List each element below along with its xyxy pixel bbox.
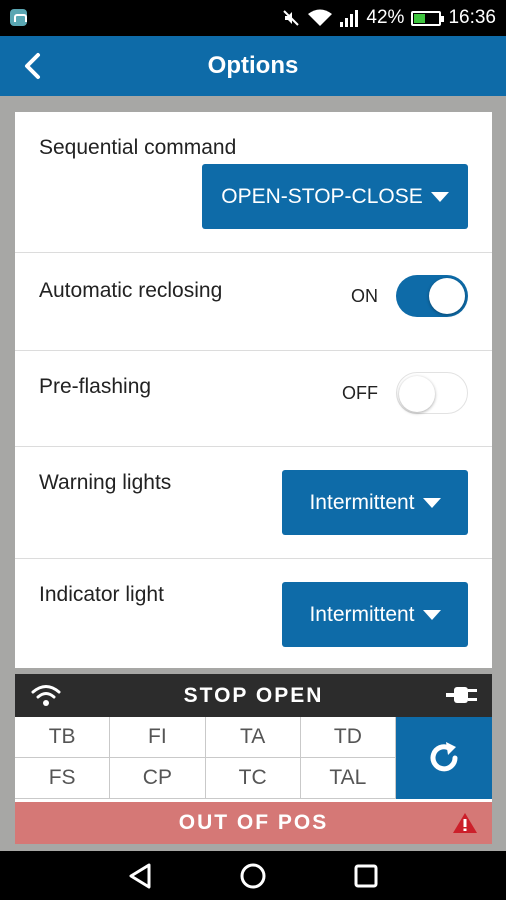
status-grid: TB FI TA TD FS CP TC TAL <box>15 717 396 799</box>
option-automatic-reclosing: Automatic reclosing ON <box>15 253 492 351</box>
navigation-bar <box>0 851 506 900</box>
status-bar: 42% 16:36 <box>0 0 506 36</box>
nav-back-button[interactable] <box>124 860 156 892</box>
nav-home-button[interactable] <box>237 860 269 892</box>
dropdown-value: Intermittent <box>309 602 415 626</box>
page-title: Options <box>207 52 299 79</box>
toggle-state-label: ON <box>351 285 378 306</box>
option-label: Sequential command <box>39 136 237 159</box>
caret-down-icon <box>430 191 449 202</box>
status-bar-right: 42% 16:36 <box>281 0 496 36</box>
sequential-command-dropdown[interactable]: OPEN-STOP-CLOSE <box>202 164 468 229</box>
status-panel-header: STOP OPEN <box>15 674 492 717</box>
option-label: Pre-flashing <box>39 375 152 398</box>
status-cell-td: TD <box>300 717 396 758</box>
refresh-icon <box>430 742 458 772</box>
option-label: Warning lights <box>39 471 172 494</box>
toggle-knob <box>399 376 435 412</box>
alert-bar: OUT OF POS <box>15 802 492 844</box>
triangle-back-icon <box>129 863 151 889</box>
option-warning-lights: Warning lights Intermittent <box>15 447 492 559</box>
toggle-group: ON <box>351 275 468 317</box>
app-notification-icon <box>10 9 27 26</box>
options-card: Sequential command OPEN-STOP-CLOSE Autom… <box>15 112 492 668</box>
battery-fill <box>414 13 425 23</box>
gate-status-title: STOP OPEN <box>183 684 324 707</box>
status-cell-tal: TAL <box>300 758 396 799</box>
option-pre-flashing: Pre-flashing OFF <box>15 351 492 447</box>
alert-text: OUT OF POS <box>178 811 329 834</box>
battery-icon <box>411 10 445 26</box>
option-label: Indicator light <box>39 583 164 606</box>
signal-icon <box>339 9 359 27</box>
nav-recents-button[interactable] <box>350 860 382 892</box>
clock: 16:36 <box>448 7 496 28</box>
square-recents-icon <box>354 864 378 888</box>
mute-icon <box>281 8 301 28</box>
status-cell-fs: FS <box>15 758 111 799</box>
warning-lights-dropdown[interactable]: Intermittent <box>282 470 468 535</box>
toggle-knob <box>429 278 465 314</box>
circle-home-icon <box>240 863 266 889</box>
indicator-light-dropdown[interactable]: Intermittent <box>282 582 468 647</box>
option-label: Automatic reclosing <box>39 279 223 302</box>
pre-flashing-toggle[interactable] <box>396 372 468 414</box>
status-cell-fi: FI <box>110 717 206 758</box>
caret-down-icon <box>422 609 441 620</box>
toggle-group: OFF <box>342 372 468 414</box>
option-sequential-command: Sequential command OPEN-STOP-CLOSE <box>15 112 492 253</box>
toggle-state-label: OFF <box>342 382 378 403</box>
dropdown-value: Intermittent <box>309 490 415 514</box>
caret-down-icon <box>422 497 441 508</box>
status-cell-ta: TA <box>205 717 301 758</box>
refresh-button[interactable] <box>396 717 492 799</box>
option-indicator-light: Indicator light Intermittent <box>15 559 492 668</box>
status-cell-tb: TB <box>15 717 111 758</box>
app-bar: Options <box>0 36 506 96</box>
wifi-icon <box>308 9 333 27</box>
status-cell-cp: CP <box>110 758 206 799</box>
automatic-reclosing-toggle[interactable] <box>396 275 468 317</box>
dropdown-value: OPEN-STOP-CLOSE <box>221 184 423 208</box>
status-panel: STOP OPEN TB FI TA TD FS CP TC TAL OUT O… <box>15 674 492 844</box>
plug-icon <box>446 685 478 710</box>
battery-percent: 42% <box>366 7 405 28</box>
status-cell-tc: TC <box>205 758 301 799</box>
warning-icon <box>452 812 478 839</box>
